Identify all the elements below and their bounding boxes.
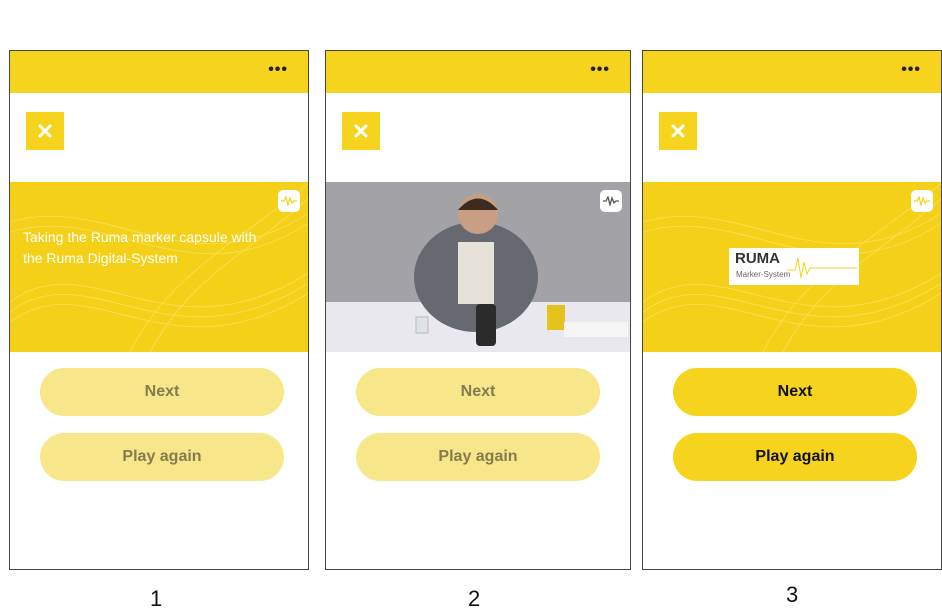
logo-name: RUMA [735,250,780,267]
phone-screen-3: ••• RUMA Marker-System Next Play again [642,50,942,570]
waveform-icon [911,190,933,212]
more-menu-icon[interactable]: ••• [268,61,288,79]
play-again-button[interactable]: Play again [356,433,600,481]
close-icon [38,124,52,138]
video-player[interactable] [326,182,630,352]
top-bar: ••• [326,51,630,93]
video-frame-image [326,182,630,352]
close-icon [671,124,685,138]
phone-screen-1: ••• Taking the Ruma marker capsule with … [9,50,309,570]
more-menu-icon[interactable]: ••• [901,61,921,79]
ruma-logo: RUMA Marker-System [729,248,859,285]
screen-number-1: 1 [150,586,163,611]
next-button[interactable]: Next [673,368,917,416]
phone-screen-2: ••• Next Play again [325,50,631,570]
close-icon [354,124,368,138]
play-again-button[interactable]: Play again [40,433,284,481]
more-menu-icon[interactable]: ••• [590,61,610,79]
intro-banner: Taking the Ruma marker capsule with the … [10,182,308,352]
screen-number-3: 3 [786,582,799,607]
close-button[interactable] [26,112,64,150]
logo-subtitle: Marker-System [736,270,791,279]
logo-waveform-icon [787,257,857,279]
close-button[interactable] [659,112,697,150]
logo-banner: RUMA Marker-System [643,182,941,352]
next-button[interactable]: Next [40,368,284,416]
top-bar: ••• [643,51,941,93]
next-button[interactable]: Next [356,368,600,416]
waveform-icon [600,190,622,212]
waveform-icon [278,190,300,212]
banner-title: Taking the Ruma marker capsule with the … [23,229,257,266]
screen-number-2: 2 [468,586,481,611]
close-button[interactable] [342,112,380,150]
top-bar: ••• [10,51,308,93]
play-again-button[interactable]: Play again [673,433,917,481]
